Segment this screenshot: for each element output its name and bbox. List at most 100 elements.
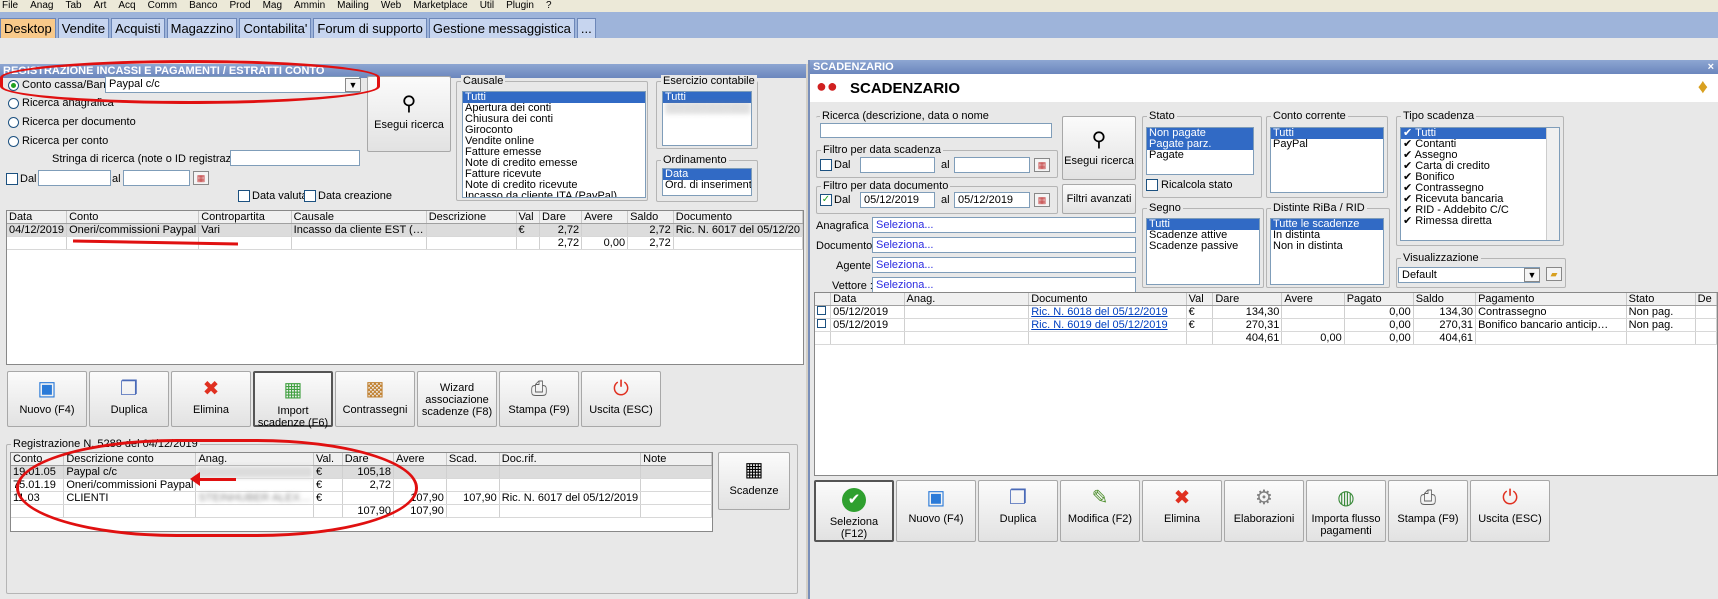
menu-item[interactable]: Mag (263, 0, 282, 12)
scad-dal-checkbox[interactable] (820, 159, 832, 171)
stato-list[interactable]: Non pagate Pagate parz. Pagate (1146, 127, 1254, 175)
doc-dal-input[interactable]: 05/12/2019 (860, 192, 935, 208)
toolbar-button[interactable]: ✎ Modifica (F2) (1060, 480, 1140, 542)
column-header[interactable]: Stato (1626, 293, 1696, 306)
anagrafica-field[interactable]: Seleziona... (872, 217, 1136, 233)
row-checkbox-cell[interactable] (815, 305, 832, 319)
tab-item[interactable]: Forum di supporto (313, 18, 427, 38)
stato-item[interactable]: Pagate (1147, 150, 1253, 161)
menu-item[interactable]: Ammin (294, 0, 325, 12)
tab-item[interactable]: Acquisti (111, 18, 165, 38)
column-header[interactable]: Anag. (904, 293, 1030, 306)
tipo-item[interactable]: ✔ Rimessa diretta (1401, 216, 1559, 227)
column-header[interactable]: Documento (673, 211, 803, 224)
chevron-down-icon[interactable]: ▼ (345, 78, 361, 92)
scadenze-grid[interactable]: Data Anag. Documento Val Dare Avere Pagato Sald… (814, 292, 1718, 476)
toolbar-button[interactable]: ⎙ Stampa (F9) (1388, 480, 1468, 542)
column-header[interactable]: Anag. (195, 453, 314, 466)
column-header[interactable]: Dare (342, 453, 394, 466)
documento-field[interactable]: Seleziona... (872, 237, 1136, 253)
column-header[interactable]: Causale (291, 211, 427, 224)
vettore-field[interactable]: Seleziona... (872, 277, 1136, 293)
esegui-ricerca-button[interactable]: ⚲ Esegui ricerca (1062, 116, 1136, 180)
calendar-icon[interactable]: ▦ (1034, 193, 1050, 207)
column-header[interactable]: Avere (581, 211, 629, 224)
dal-input[interactable] (38, 170, 111, 186)
column-header[interactable]: Val (516, 211, 541, 224)
toolbar-button[interactable]: Wizard associazione scadenze (F8) (417, 371, 497, 427)
menu-item[interactable]: Tab (65, 0, 81, 12)
menu-item[interactable]: File (2, 0, 18, 12)
column-header[interactable]: Documento (1028, 293, 1187, 306)
column-header[interactable]: Descrizione (426, 211, 517, 224)
menu-item[interactable]: Web (381, 0, 401, 12)
agente-field[interactable]: Seleziona... (872, 257, 1136, 273)
visual-select[interactable]: Default (1398, 267, 1540, 283)
toolbar-button[interactable]: ✖ Elimina (1142, 480, 1222, 542)
tab-item[interactable]: Gestione messaggistica (428, 18, 575, 38)
column-header[interactable]: Saldo (627, 211, 674, 224)
causale-item[interactable]: Incasso da cliente ITA (PayPal) (463, 191, 645, 198)
column-header[interactable]: Descrizione conto (63, 453, 197, 466)
dal-checkbox[interactable] (6, 173, 18, 185)
scadenze-button[interactable]: ▦ Scadenze (718, 452, 790, 510)
column-header[interactable]: Doc.rif. (499, 453, 642, 466)
tipo-scrollbar[interactable] (1546, 128, 1559, 240)
menu-item[interactable]: Banco (189, 0, 217, 12)
al-input[interactable] (123, 170, 190, 186)
toolbar-button[interactable]: ❐ Duplica (978, 480, 1058, 542)
column-header[interactable]: Conto (11, 453, 65, 466)
menu-item[interactable]: Mailing (337, 0, 369, 12)
menu-item[interactable]: Marketplace (413, 0, 467, 12)
checkbox-icon[interactable]: ✔ (1403, 215, 1415, 227)
table-row[interactable]: 04/12/2019 Oneri/commissioni Paypal Vari In… (7, 223, 803, 237)
menu-item[interactable]: Art (94, 0, 107, 12)
row-checkbox-cell[interactable] (815, 318, 832, 332)
column-header[interactable]: Avere (1281, 293, 1345, 306)
menu-item[interactable]: Comm (148, 0, 177, 12)
tab-item[interactable]: ... (576, 18, 596, 38)
data-creazione-checkbox[interactable] (304, 190, 316, 202)
toolbar-button[interactable]: ◍ Importa flusso pagamenti (1306, 480, 1386, 542)
esegui-ricerca-button[interactable]: ⚲ Esegui ricerca (367, 76, 451, 152)
tab-item[interactable]: Magazzino (166, 18, 238, 38)
menu-item[interactable]: ? (546, 0, 552, 12)
causale-list[interactable]: Tutti Apertura dei conti Chiusura dei cont… (462, 91, 646, 198)
doc-dal-checkbox[interactable]: ✓ (820, 194, 832, 206)
column-header[interactable]: Saldo (1413, 293, 1477, 306)
column-header[interactable]: Pagamento (1475, 293, 1627, 306)
toolbar-button[interactable]: ▣ Nuovo (F4) (7, 371, 87, 427)
doc-al-input[interactable]: 05/12/2019 (954, 192, 1030, 208)
calendar-icon[interactable]: ▦ (193, 171, 209, 185)
menu-item[interactable]: Util (480, 0, 494, 12)
ricalcola-checkbox[interactable] (1146, 179, 1158, 191)
menu-item[interactable]: Plugin (506, 0, 534, 12)
column-header[interactable]: Val. (313, 453, 343, 466)
stringa-input[interactable] (230, 150, 360, 166)
table-row[interactable]: 75.01.19 Oneri/commissioni Paypal €2,72 (11, 478, 712, 492)
distinte-item[interactable]: Non in distinta (1271, 241, 1383, 252)
menu-item[interactable]: Acq (118, 0, 135, 12)
column-header[interactable]: Pagato (1344, 293, 1414, 306)
column-header[interactable]: Conto (66, 211, 200, 224)
tipo-list[interactable]: ✔ Tutti ✔ Contanti ✔ Assegno ✔ Carta di cre… (1400, 127, 1560, 241)
tab-item[interactable]: Vendite (57, 18, 110, 38)
column-header[interactable]: De (1695, 293, 1717, 306)
doc-radio[interactable] (8, 117, 19, 128)
toolbar-button[interactable]: ⚙ Elaborazioni (1224, 480, 1304, 542)
toolbar-button[interactable]: ▦ Import scadenze (F6) (253, 371, 333, 429)
filtri-avanzati-button[interactable]: Filtri avanzati (1062, 184, 1136, 214)
toolbar-button[interactable]: ❐ Duplica (89, 371, 169, 427)
table-row[interactable]: 11.03 CLIENTI STEINHUBER ALEX… €107,90 107,9… (11, 491, 712, 505)
menu-item[interactable]: Prod (229, 0, 250, 12)
data-valuta-checkbox[interactable] (238, 190, 250, 202)
toolbar-button[interactable]: ✖ Elimina (171, 371, 251, 427)
toolbar-button[interactable]: ▣ Nuovo (F4) (896, 480, 976, 542)
toolbar-button[interactable]: ✔ Seleziona (F12) (814, 480, 894, 542)
ordinamento-item[interactable]: Ord. di inserimento (663, 180, 751, 191)
tab-item[interactable]: Desktop (0, 18, 56, 38)
tab-item[interactable]: Contabilita' (239, 18, 312, 38)
conto-item[interactable]: PayPal (1271, 139, 1383, 150)
column-header[interactable]: Dare (1212, 293, 1283, 306)
document-link[interactable]: Ric. N. 6019 del 05/12/2019 (1028, 318, 1187, 332)
